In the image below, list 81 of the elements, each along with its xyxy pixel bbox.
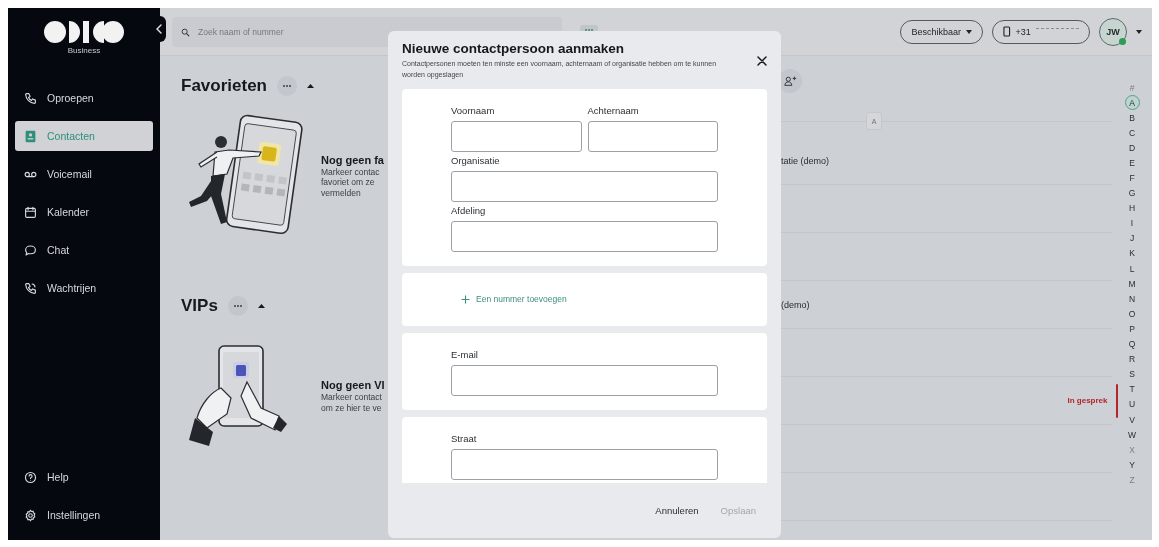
brand-subtitle: Business bbox=[67, 46, 101, 55]
phone-icon bbox=[24, 91, 37, 105]
empty-state-title: Nog geen fa bbox=[321, 153, 384, 167]
field-label: Voornaam bbox=[451, 105, 496, 118]
status-indicator bbox=[1115, 383, 1118, 418]
calendar-icon bbox=[24, 205, 37, 219]
field-label: Afdeling bbox=[451, 205, 487, 218]
index-letter[interactable]: V bbox=[1124, 411, 1140, 428]
collapse-caret-icon bbox=[307, 84, 314, 88]
nav-item[interactable]: Oproepen bbox=[15, 83, 153, 113]
cancel-button[interactable]: Annuleren bbox=[655, 501, 699, 520]
add-person-icon bbox=[783, 74, 797, 87]
more-options-button[interactable] bbox=[277, 76, 297, 96]
input-field[interactable] bbox=[451, 221, 718, 252]
index-letter[interactable]: F bbox=[1124, 170, 1140, 186]
collapse-caret-icon bbox=[257, 304, 265, 308]
collapse-toggle[interactable] bbox=[307, 84, 314, 88]
index-letter[interactable]: P bbox=[1124, 321, 1140, 337]
index-letter[interactable]: L bbox=[1124, 261, 1140, 277]
field-label: E-mail bbox=[451, 349, 479, 362]
index-letter[interactable]: N bbox=[1124, 291, 1140, 307]
help-icon bbox=[24, 470, 37, 484]
field-label: Organisatie bbox=[451, 155, 501, 168]
empty-state-text: Markeer contac favoriet om ze vermelden bbox=[321, 166, 381, 199]
index-letter[interactable]: J bbox=[1124, 230, 1140, 246]
section-title: VIPs bbox=[181, 296, 218, 316]
input-field[interactable] bbox=[451, 171, 718, 202]
empty-state-title: Nog geen VI bbox=[321, 379, 385, 392]
empty-state-text: Markeer contact om ze hier te ve bbox=[321, 392, 383, 413]
call-status: In gesprek bbox=[1067, 396, 1108, 405]
collapse-toggle[interactable] bbox=[257, 304, 265, 308]
index-letter[interactable]: R bbox=[1124, 351, 1140, 367]
contact-card-icon bbox=[24, 129, 37, 143]
nav-item[interactable]: Chat bbox=[15, 235, 153, 265]
chat-icon bbox=[24, 243, 37, 257]
more-options-button[interactable] bbox=[227, 296, 248, 316]
index-letter[interactable]: C bbox=[1124, 125, 1140, 141]
nav-item[interactable]: Help bbox=[15, 462, 153, 492]
index-letter[interactable]: G bbox=[1124, 185, 1140, 201]
contact-name: (demo) bbox=[781, 299, 810, 310]
contact-name: tatie (demo) bbox=[781, 155, 830, 166]
close-icon bbox=[757, 56, 767, 66]
field-label: Straat bbox=[451, 433, 478, 446]
plus-icon bbox=[461, 294, 470, 304]
phone-queue-icon bbox=[24, 281, 37, 295]
logo-icon bbox=[43, 20, 125, 44]
index-letter[interactable]: Q bbox=[1124, 336, 1140, 352]
index-letter[interactable]: H bbox=[1124, 200, 1140, 216]
user-avatar[interactable]: JW bbox=[1099, 17, 1127, 46]
index-letter[interactable]: O bbox=[1124, 306, 1140, 322]
caret-icon bbox=[966, 29, 972, 34]
index-letter[interactable]: M bbox=[1124, 276, 1140, 292]
input-field[interactable] bbox=[587, 121, 718, 152]
settings-icon bbox=[24, 508, 37, 522]
phone-number: +31 bbox=[1015, 26, 1031, 37]
index-letter[interactable]: B bbox=[1124, 110, 1140, 126]
index-letter[interactable]: K bbox=[1124, 245, 1140, 262]
input-field[interactable] bbox=[451, 449, 718, 480]
section-title: Favorieten bbox=[181, 76, 267, 96]
index-letter[interactable]: E bbox=[1124, 155, 1140, 171]
index-letter[interactable]: A bbox=[1124, 95, 1140, 111]
index-letter[interactable]: I bbox=[1124, 215, 1140, 231]
index-letter[interactable]: T bbox=[1124, 381, 1140, 397]
index-letter[interactable]: W bbox=[1124, 427, 1140, 443]
index-letter[interactable]: U bbox=[1124, 396, 1140, 412]
nav-item[interactable]: Instellingen bbox=[15, 500, 153, 530]
caret-icon[interactable] bbox=[1136, 29, 1142, 34]
field-label: Achternaam bbox=[587, 105, 640, 118]
nav-item[interactable]: Wachtrijen bbox=[15, 273, 153, 303]
input-field[interactable] bbox=[451, 121, 582, 152]
index-letter[interactable]: D bbox=[1124, 140, 1140, 156]
chevron-left-icon bbox=[156, 24, 162, 34]
input-field[interactable] bbox=[451, 365, 718, 396]
search-icon bbox=[181, 27, 190, 37]
mobile-phone-icon bbox=[1003, 26, 1011, 37]
nav-item[interactable]: Voicemail bbox=[15, 159, 153, 189]
index-letter[interactable]: Y bbox=[1124, 457, 1140, 473]
close-button[interactable] bbox=[757, 56, 767, 66]
nav-item[interactable]: Kalender bbox=[15, 197, 153, 227]
index-letter[interactable]: S bbox=[1124, 366, 1140, 382]
add-number-link[interactable]: Een nummer toevoegen bbox=[451, 286, 577, 312]
